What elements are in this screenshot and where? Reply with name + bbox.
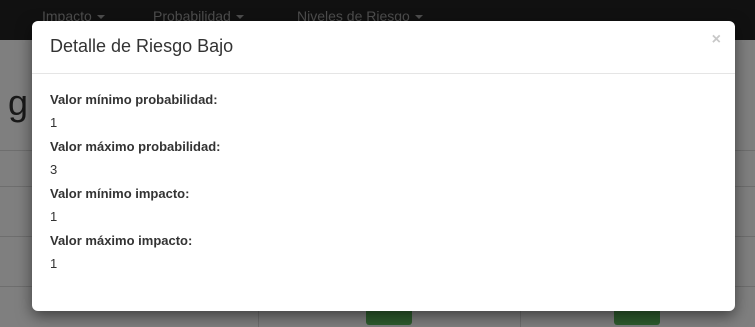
modal-title: Detalle de Riesgo Bajo <box>50 36 234 56</box>
field-max-probabilidad: Valor máximo probabilidad: 3 <box>50 138 710 179</box>
risk-detail-modal: Detalle de Riesgo Bajo × Valor mínimo pr… <box>32 21 735 311</box>
field-value: 1 <box>50 256 58 271</box>
field-value: 1 <box>50 115 58 130</box>
modal-body: Valor mínimo probabilidad: 1 Valor máxim… <box>50 91 710 279</box>
field-min-impacto: Valor mínimo impacto: 1 <box>50 185 710 226</box>
modal-header: Detalle de Riesgo Bajo × <box>32 21 735 74</box>
field-value: 1 <box>50 209 58 224</box>
close-icon[interactable]: × <box>712 32 721 48</box>
field-label: Valor mínimo impacto: <box>50 186 190 201</box>
field-label: Valor mínimo probabilidad: <box>50 92 218 107</box>
field-value: 3 <box>50 162 58 177</box>
field-max-impacto: Valor máximo impacto: 1 <box>50 232 710 273</box>
field-label: Valor máximo probabilidad: <box>50 139 221 154</box>
field-min-probabilidad: Valor mínimo probabilidad: 1 <box>50 91 710 132</box>
field-label: Valor máximo impacto: <box>50 233 193 248</box>
